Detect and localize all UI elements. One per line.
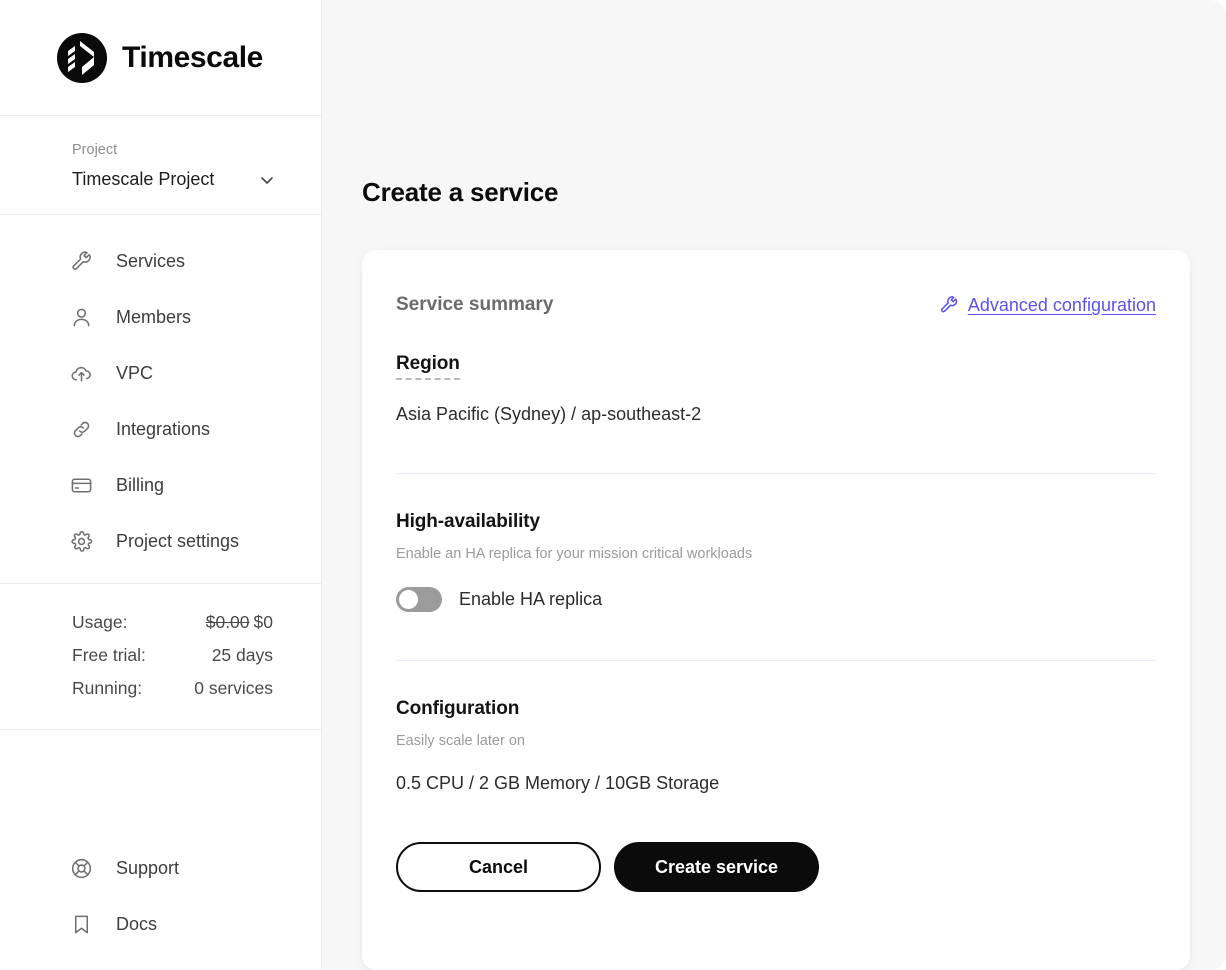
- configuration-section: Configuration Easily scale later on 0.5 …: [396, 661, 1156, 794]
- usage-value: 0 services: [194, 678, 273, 699]
- sidebar-item-label: Members: [116, 307, 191, 328]
- high-availability-title: High-availability: [396, 511, 1156, 533]
- sidebar-item-label: VPC: [116, 363, 153, 384]
- wrench-icon: [939, 295, 959, 315]
- sidebar-item-docs[interactable]: Docs: [0, 896, 321, 952]
- toggle-knob: [399, 590, 418, 609]
- high-availability-subtitle: Enable an HA replica for your mission cr…: [396, 533, 1156, 562]
- project-name: Timescale Project: [72, 169, 214, 190]
- cloud-upload-icon: [70, 362, 93, 385]
- wrench-icon: [70, 250, 93, 273]
- sidebar-item-label: Services: [116, 251, 185, 272]
- card-actions: Cancel Create service: [396, 794, 1156, 892]
- app-window: Timescale Project Timescale Project Serv…: [0, 0, 1226, 970]
- secondary-navigation: Support Docs: [0, 840, 321, 970]
- usage-key: Free trial:: [72, 645, 146, 666]
- enable-ha-replica-toggle[interactable]: [396, 587, 442, 612]
- primary-navigation: Services Members VPC Integrations: [0, 215, 321, 584]
- usage-row-running: Running: 0 services: [72, 672, 273, 705]
- sidebar-item-services[interactable]: Services: [0, 233, 321, 289]
- usage-struck-value: $0.00: [206, 612, 250, 632]
- sidebar-item-label: Project settings: [116, 531, 239, 552]
- cancel-button[interactable]: Cancel: [396, 842, 601, 892]
- service-summary-card: Service summary Advanced configuration R…: [362, 250, 1190, 970]
- lifebuoy-icon: [70, 857, 93, 880]
- configuration-subtitle: Easily scale later on: [396, 720, 1156, 749]
- configuration-title: Configuration: [396, 698, 1156, 720]
- main-content: Create a service Service summary Advance…: [322, 0, 1226, 970]
- page-title: Create a service: [362, 17, 1190, 208]
- usage-row-usage: Usage: $0.00$0: [72, 606, 273, 639]
- sidebar-item-integrations[interactable]: Integrations: [0, 401, 321, 457]
- card-title: Service summary: [396, 294, 553, 316]
- advanced-configuration-link[interactable]: Advanced configuration: [939, 295, 1156, 316]
- sidebar-item-support[interactable]: Support: [0, 840, 321, 896]
- sidebar-item-label: Support: [116, 858, 179, 879]
- link-icon: [70, 418, 93, 441]
- project-selector-row[interactable]: Timescale Project: [72, 169, 291, 190]
- sidebar-item-vpc[interactable]: VPC: [0, 345, 321, 401]
- sidebar-item-label: Docs: [116, 914, 157, 935]
- card-header: Service summary Advanced configuration: [396, 294, 1156, 316]
- usage-value: 25 days: [212, 645, 273, 666]
- sidebar-item-members[interactable]: Members: [0, 289, 321, 345]
- sidebar-item-billing[interactable]: Billing: [0, 457, 321, 513]
- gear-icon: [70, 530, 93, 553]
- usage-current-value: $0: [254, 612, 273, 632]
- region-title[interactable]: Region: [396, 353, 460, 380]
- create-service-button[interactable]: Create service: [614, 842, 819, 892]
- project-label: Project: [72, 142, 291, 158]
- usage-value: $0.00$0: [206, 612, 273, 633]
- sidebar-item-project-settings[interactable]: Project settings: [0, 513, 321, 569]
- user-icon: [70, 306, 93, 329]
- enable-ha-replica-label: Enable HA replica: [459, 589, 602, 610]
- bookmark-icon: [70, 913, 93, 936]
- usage-key: Usage:: [72, 612, 127, 633]
- brand-header[interactable]: Timescale: [0, 0, 321, 116]
- brand-name: Timescale: [122, 41, 263, 75]
- region-value: Asia Pacific (Sydney) / ap-southeast-2: [396, 380, 1156, 425]
- chevron-down-icon: [257, 170, 277, 190]
- enable-ha-replica-toggle-row[interactable]: Enable HA replica: [396, 562, 1156, 612]
- credit-card-icon: [70, 474, 93, 497]
- project-selector[interactable]: Project Timescale Project: [0, 116, 321, 215]
- usage-summary: Usage: $0.00$0 Free trial: 25 days Runni…: [0, 584, 321, 730]
- usage-row-free-trial: Free trial: 25 days: [72, 639, 273, 672]
- advanced-configuration-label: Advanced configuration: [968, 295, 1156, 316]
- usage-key: Running:: [72, 678, 142, 699]
- sidebar-spacer: [0, 730, 321, 840]
- region-section: Region Asia Pacific (Sydney) / ap-southe…: [396, 316, 1156, 425]
- timescale-logo-icon: [56, 32, 108, 84]
- sidebar-item-label: Billing: [116, 475, 164, 496]
- sidebar: Timescale Project Timescale Project Serv…: [0, 0, 322, 970]
- high-availability-section: High-availability Enable an HA replica f…: [396, 474, 1156, 612]
- sidebar-item-label: Integrations: [116, 419, 210, 440]
- configuration-value: 0.5 CPU / 2 GB Memory / 10GB Storage: [396, 749, 1156, 794]
